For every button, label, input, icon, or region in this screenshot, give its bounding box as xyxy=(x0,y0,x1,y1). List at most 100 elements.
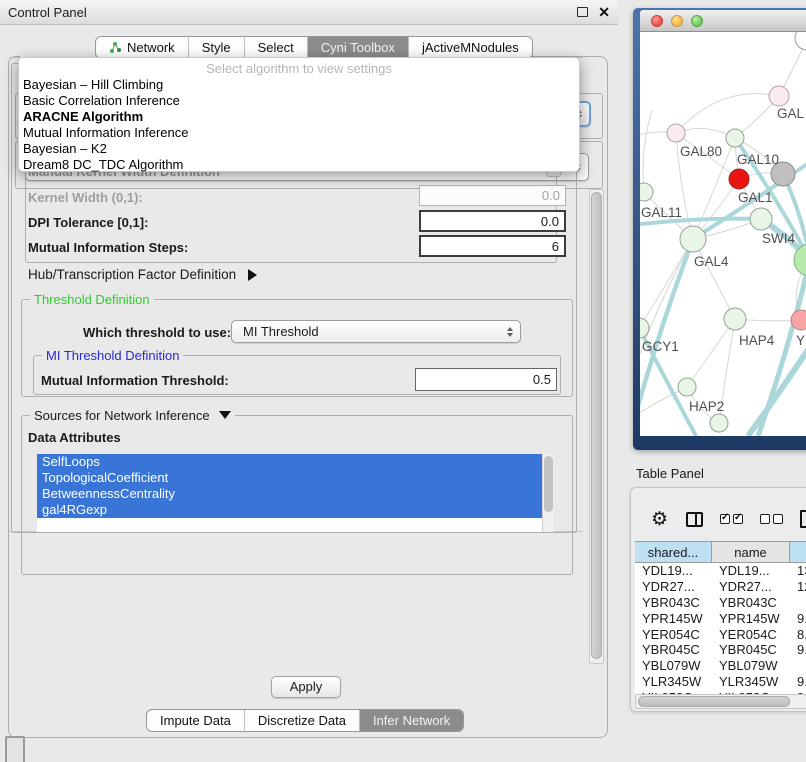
bottom-tab-discretize-data[interactable]: Discretize Data xyxy=(244,710,359,731)
tab-select[interactable]: Select xyxy=(244,37,307,58)
tab-label: Select xyxy=(258,40,294,55)
table-panel: ⚙ shared...nameA YDL19...YDL19...13YDR27… xyxy=(630,487,806,712)
network-node-hap2[interactable] xyxy=(678,378,696,396)
table-cell: YBR043C xyxy=(635,595,712,610)
algorithm-option[interactable]: ARACNE Algorithm xyxy=(19,109,579,125)
network-node-hap4[interactable] xyxy=(724,308,746,330)
mi-steps-field[interactable]: 6 xyxy=(419,235,566,257)
data-attribute-item[interactable]: gal4RGexp xyxy=(37,502,542,518)
network-edge xyxy=(748,342,806,436)
tab-cyni-toolbox[interactable]: Cyni Toolbox xyxy=(307,37,408,58)
float-panel-icon[interactable] xyxy=(577,7,588,17)
kernel-width-field[interactable]: 0.0 xyxy=(419,185,566,206)
cyni-bottom-tab-bar: Impute DataDiscretize DataInfer Network xyxy=(146,709,464,732)
sources-group-title[interactable]: Sources for Network Inference xyxy=(30,408,235,423)
tab-style[interactable]: Style xyxy=(188,37,244,58)
tab-label: jActiveMNodules xyxy=(422,40,519,55)
expand-down-icon xyxy=(219,411,231,419)
network-node[interactable] xyxy=(710,414,728,432)
tab-label: Network xyxy=(127,40,175,55)
table-row[interactable]: YPR145WYPR145W9. xyxy=(635,610,806,626)
zoom-window-icon[interactable] xyxy=(691,15,703,27)
network-view-window: GALGAL80GAL10GAL1GAL11SWI4GAL4GCY1HAP4YH… xyxy=(633,8,806,450)
network-window-titlebar[interactable] xyxy=(640,10,806,32)
control-panel-titlebar: Control Panel ✕ xyxy=(0,0,618,25)
table-row[interactable]: YBR043CYBR043C xyxy=(635,595,806,611)
table-row[interactable]: YER054CYER054C8. xyxy=(635,626,806,642)
data-attributes-label: Data Attributes xyxy=(28,430,121,445)
table-cell: YPR145W xyxy=(635,611,712,626)
table-horizontal-scrollbar[interactable] xyxy=(635,694,806,709)
table-column-header[interactable]: name xyxy=(712,542,790,562)
docked-panel-icon[interactable] xyxy=(5,736,25,762)
which-threshold-combo[interactable]: MI Threshold xyxy=(231,320,521,343)
select-all-checks-icon[interactable] xyxy=(720,514,743,524)
table-header-row: shared...nameA xyxy=(635,541,806,563)
data-attribute-item[interactable]: BetweennessCentrality xyxy=(37,486,542,502)
table-cell: YDR27... xyxy=(712,579,790,594)
attributes-scrollbar[interactable] xyxy=(542,454,554,532)
table-cell: YER054C xyxy=(712,627,790,642)
table-cell: YBR045C xyxy=(635,642,712,657)
network-edge xyxy=(687,319,735,387)
table-row[interactable]: YBL079WYBL079W xyxy=(635,658,806,674)
tab-network[interactable]: Network xyxy=(96,37,188,58)
algorithm-option[interactable]: Basic Correlation Inference xyxy=(19,93,579,109)
table-column-header[interactable]: shared... xyxy=(635,542,712,562)
network-node[interactable] xyxy=(795,32,806,50)
columns-icon[interactable] xyxy=(686,512,703,527)
algorithm-option[interactable]: Bayesian – K2 xyxy=(19,141,579,157)
clear-all-checks-icon[interactable] xyxy=(760,514,783,524)
network-node-swi4[interactable] xyxy=(750,208,772,230)
network-canvas[interactable]: GALGAL80GAL10GAL1GAL11SWI4GAL4GCY1HAP4YH… xyxy=(640,32,806,436)
network-node-gal[interactable] xyxy=(769,86,789,106)
hub-definition-label: Hub/Transcription Factor Definition xyxy=(28,267,236,282)
dpi-tolerance-field[interactable]: 0.0 xyxy=(419,210,566,232)
table-cell: 9. xyxy=(790,642,806,657)
table-scrollbar-thumb[interactable] xyxy=(638,696,790,707)
table-row[interactable]: YDL19...YDL19...13 xyxy=(635,563,806,579)
table-column-header[interactable]: A xyxy=(790,542,806,562)
data-attribute-item[interactable]: TopologicalCoefficient xyxy=(37,470,542,486)
control-panel-title: Control Panel xyxy=(8,5,577,20)
table-row[interactable]: YBR045CYBR045C9. xyxy=(635,642,806,658)
hub-definition-toggle[interactable]: Hub/Transcription Factor Definition xyxy=(28,267,257,282)
close-panel-icon[interactable]: ✕ xyxy=(598,7,610,17)
network-node-gal1[interactable] xyxy=(729,169,749,189)
network-node-gal11[interactable] xyxy=(640,183,653,201)
table-row[interactable]: YLR345WYLR345W9. xyxy=(635,674,806,690)
table-row[interactable]: YDR27...YDR27...12 xyxy=(635,579,806,595)
data-attribute-item[interactable]: SelfLoops xyxy=(37,454,542,470)
minimize-window-icon[interactable] xyxy=(671,15,683,27)
table-panel-title: Table Panel xyxy=(636,466,704,481)
algorithm-option[interactable]: Dream8 DC_TDC Algorithm xyxy=(19,157,579,173)
new-table-icon[interactable] xyxy=(800,510,806,528)
mi-threshold-group-title: MI Threshold Definition xyxy=(42,348,183,363)
network-node-gal80[interactable] xyxy=(667,124,685,142)
settings-scrollbar-thumb[interactable] xyxy=(591,192,602,659)
table-panel-toolbar: ⚙ xyxy=(631,502,806,536)
attributes-scrollbar-thumb[interactable] xyxy=(544,456,553,512)
kernel-width-value: 0.0 xyxy=(542,188,560,203)
kernel-width-label: Kernel Width (0,1): xyxy=(28,190,143,205)
close-window-icon[interactable] xyxy=(651,15,663,27)
bottom-tab-impute-data[interactable]: Impute Data xyxy=(147,710,244,731)
algorithm-option[interactable]: Bayesian – Hill Climbing xyxy=(19,77,579,93)
table-cell: 8. xyxy=(790,627,806,642)
mi-threshold-field[interactable]: 0.5 xyxy=(415,368,557,391)
table-cell: YLR345W xyxy=(635,674,712,689)
algorithm-option[interactable]: Mutual Information Inference xyxy=(19,125,579,141)
table-cell: YDL19... xyxy=(712,563,790,578)
network-node-gal10[interactable] xyxy=(726,129,744,147)
dpi-tolerance-label: DPI Tolerance [0,1]: xyxy=(28,215,148,230)
network-edge xyxy=(676,94,779,133)
apply-button[interactable]: Apply xyxy=(271,676,341,698)
tab-jactivemnodules[interactable]: jActiveMNodules xyxy=(408,37,532,58)
network-edge xyxy=(643,110,652,192)
settings-scrollbar[interactable] xyxy=(589,189,604,664)
bottom-tab-infer-network[interactable]: Infer Network xyxy=(359,710,463,731)
gear-icon[interactable]: ⚙ xyxy=(651,510,668,529)
network-node-y[interactable] xyxy=(791,310,806,330)
mi-threshold-label: Mutual Information Threshold: xyxy=(41,373,229,388)
network-node-gal4[interactable] xyxy=(680,226,706,252)
